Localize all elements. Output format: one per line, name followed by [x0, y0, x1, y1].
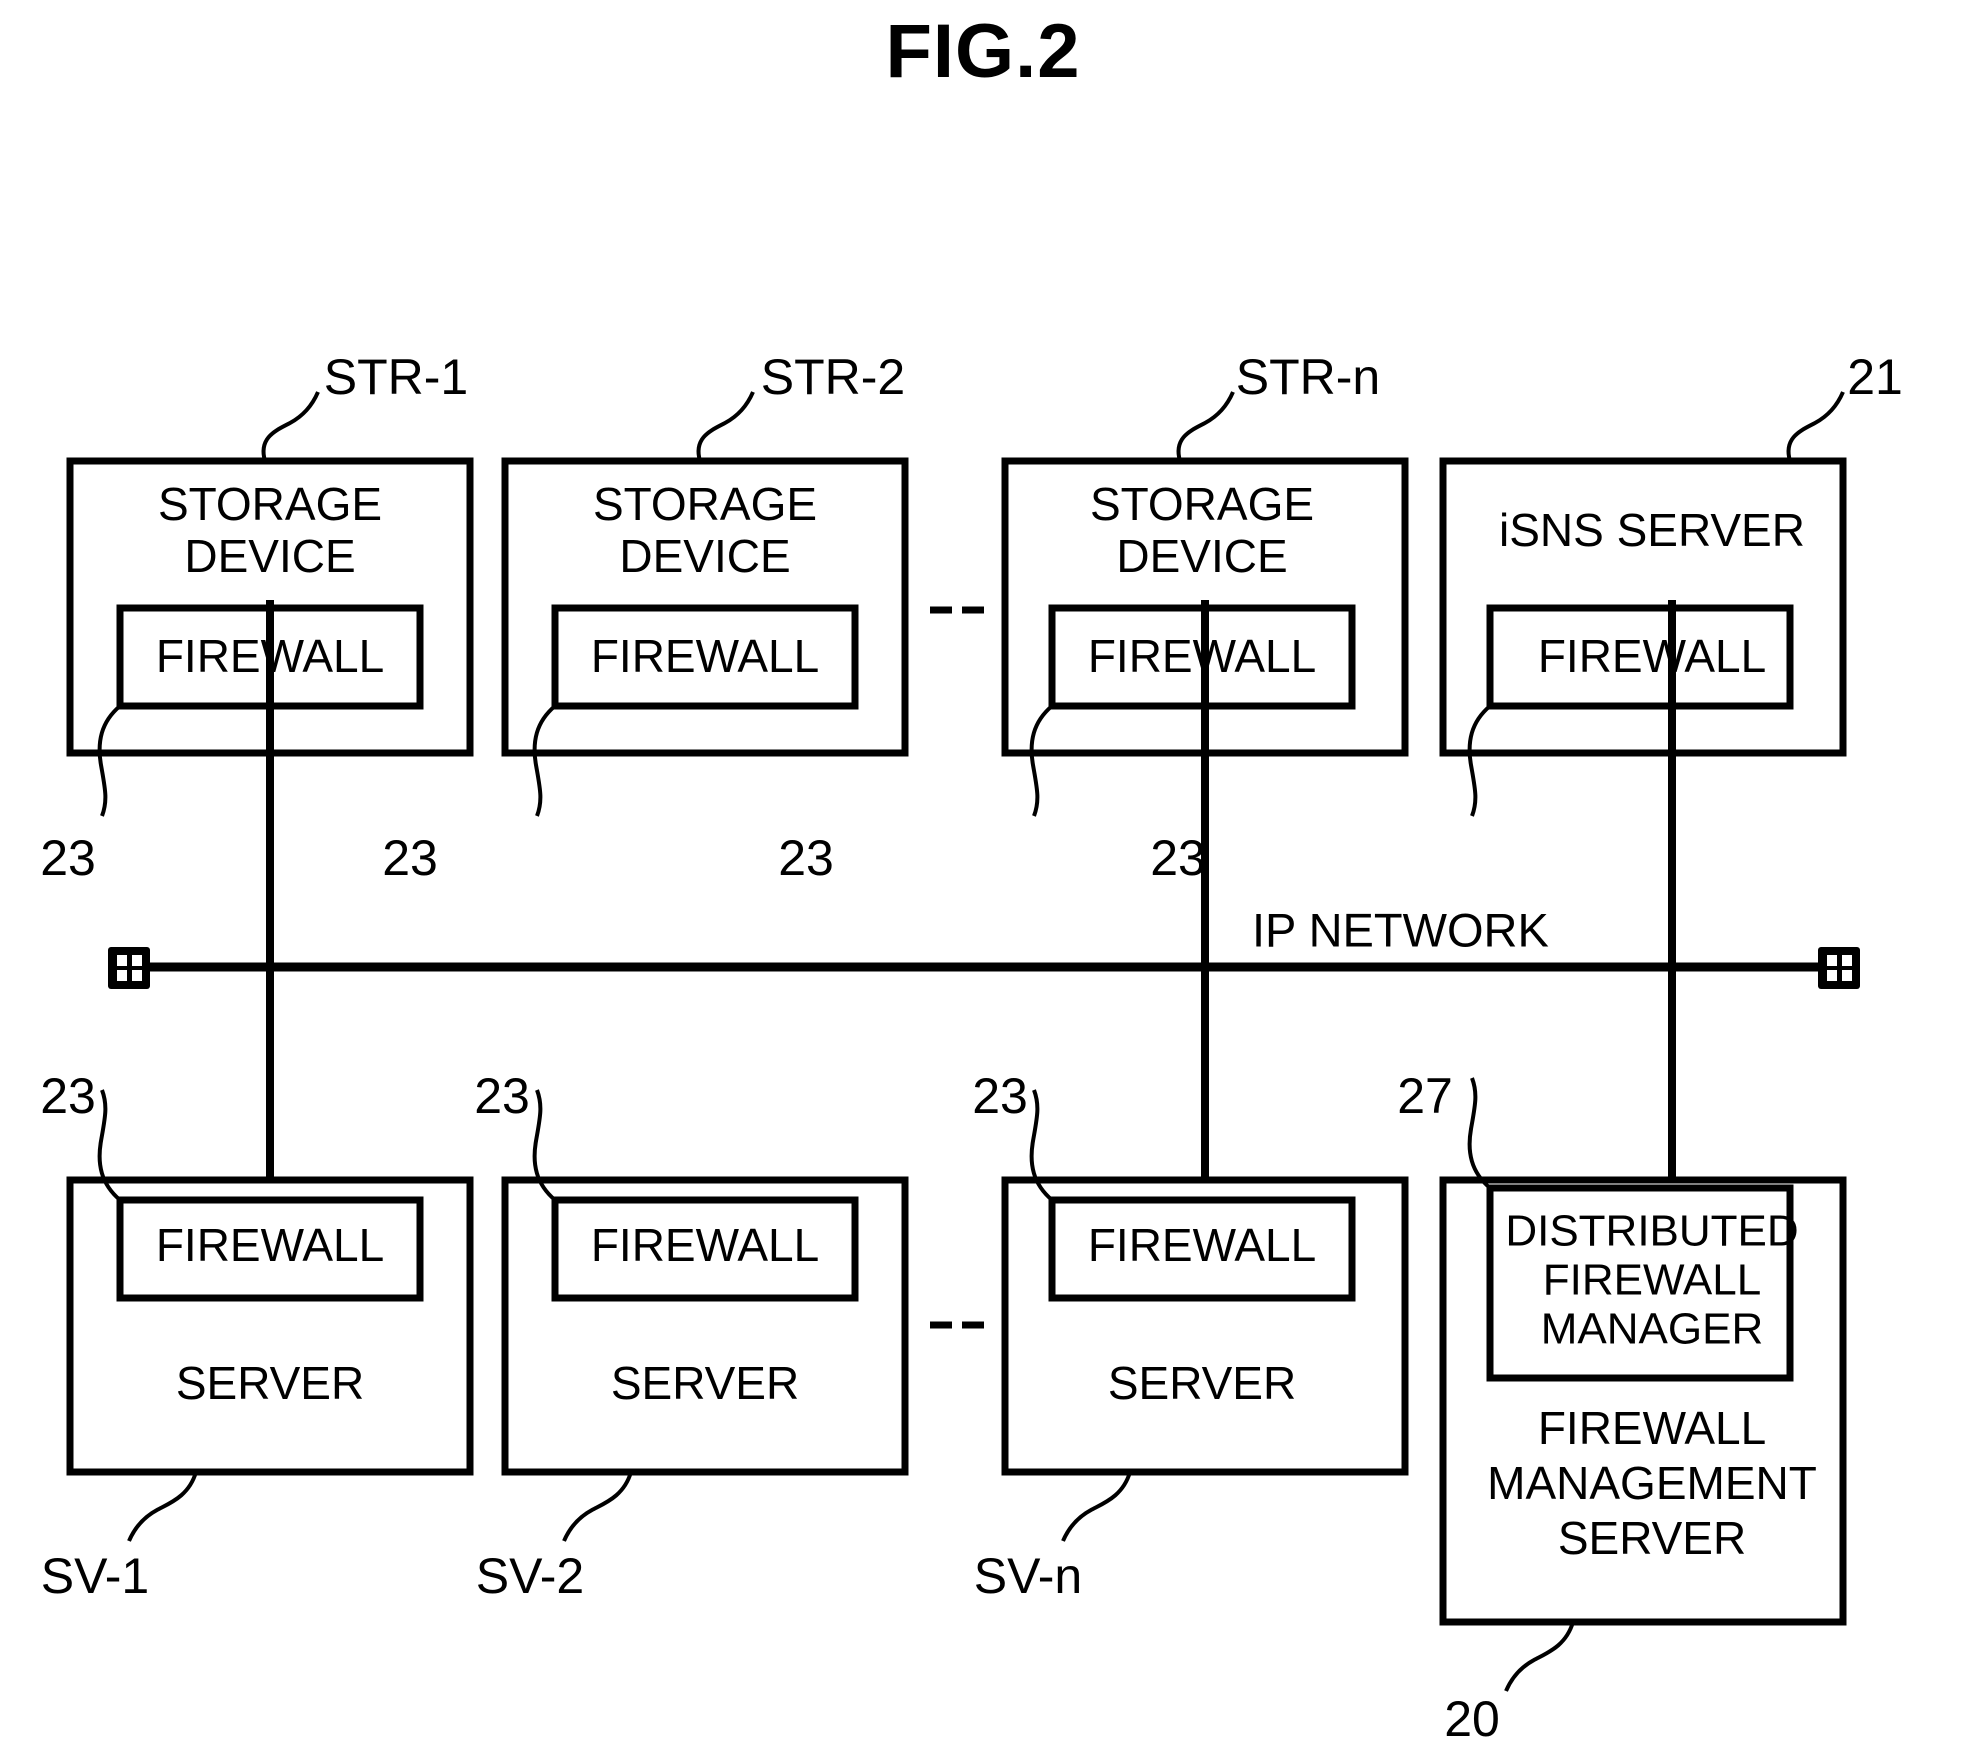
dfm-line3: MANAGER — [1541, 1305, 1763, 1354]
str-1-firewall-label: FIREWALL — [156, 630, 384, 682]
isns-top-leader — [1786, 391, 1845, 462]
str-1-ref-top: STR-1 — [324, 349, 468, 405]
str-2-ref-bottom: 23 — [382, 830, 438, 886]
sv-2-firewall-label: FIREWALL — [591, 1219, 819, 1271]
str-2-title-line2: DEVICE — [619, 530, 790, 582]
sv-n-firewall-label: FIREWALL — [1088, 1219, 1316, 1271]
sv-2-ref-bottom: SV-2 — [476, 1548, 584, 1604]
sv-2-ref-top: 23 — [474, 1068, 530, 1124]
node-isns-server[interactable]: iSNS SERVER FIREWALL 21 23 — [1150, 349, 1903, 886]
str-n-title-line1: STORAGE — [1090, 478, 1314, 530]
fw-mgmt-title-line3: SERVER — [1558, 1512, 1746, 1564]
fw-mgmt-ref-inner: 27 — [1397, 1068, 1453, 1124]
str-1-ref23-leader — [97, 704, 122, 817]
dfm-line2: FIREWALL — [1543, 1256, 1761, 1305]
node-str-n[interactable]: STORAGE DEVICE FIREWALL STR-n 23 — [778, 349, 1409, 886]
str-1-top-leader — [261, 391, 320, 462]
sv-n-ref-bottom-leader — [1061, 1471, 1132, 1542]
fw-mgmt-title-line2: MANAGEMENT — [1487, 1457, 1817, 1509]
sv-1-ref-top: 23 — [40, 1068, 96, 1124]
str-n-ref-top: STR-n — [1236, 349, 1380, 405]
sv-n-title: SERVER — [1108, 1357, 1296, 1409]
str-n-title-line2: DEVICE — [1116, 530, 1287, 582]
sv-1-ref-bottom: SV-1 — [41, 1548, 149, 1604]
str-2-ref23-leader — [532, 704, 557, 817]
node-sv-n[interactable]: FIREWALL SERVER 23 SV-n — [972, 1068, 1409, 1604]
network-jack-icon-left — [108, 947, 150, 989]
node-sv-2[interactable]: FIREWALL SERVER 23 SV-2 — [474, 1068, 909, 1604]
isns-ref23-leader — [1467, 704, 1492, 817]
str-2-top-leader — [696, 391, 755, 462]
figure-2-diagram: FIG.2 IP NETWORK STORAGE DEVICE FIREWALL… — [0, 0, 1966, 1756]
fw-mgmt-ref20-leader — [1504, 1621, 1575, 1692]
node-str-1[interactable]: STORAGE DEVICE FIREWALL STR-1 23 — [40, 349, 474, 886]
ip-network-label: IP NETWORK — [1252, 903, 1549, 956]
str-1-title-line1: STORAGE — [158, 478, 382, 530]
node-sv-1[interactable]: FIREWALL SERVER 23 SV-1 — [40, 1068, 474, 1604]
isns-title-line1: iSNS SERVER — [1499, 504, 1805, 556]
sv-2-title: SERVER — [611, 1357, 799, 1409]
sv-1-title: SERVER — [176, 1357, 364, 1409]
sv-1-ref-bottom-leader — [127, 1471, 198, 1542]
dfm-line1: DISTRIBUTED — [1505, 1207, 1798, 1256]
isns-ref-bottom: 23 — [1150, 830, 1206, 886]
sv-1-firewall-label: FIREWALL — [156, 1219, 384, 1271]
fw-mgmt-ref-bottom: 20 — [1444, 1691, 1500, 1747]
str-2-ref-top: STR-2 — [761, 349, 905, 405]
diagram-canvas: IP NETWORK STORAGE DEVICE FIREWALL STR-1… — [40, 349, 1903, 1747]
fw-mgmt-ref27-leader — [1467, 1077, 1492, 1190]
isns-firewall-label: FIREWALL — [1538, 630, 1766, 682]
str-1-title-line2: DEVICE — [184, 530, 355, 582]
isns-ref-top: 21 — [1847, 349, 1903, 405]
str-2-title-line1: STORAGE — [593, 478, 817, 530]
sv-n-ref-top: 23 — [972, 1068, 1028, 1124]
str-n-top-leader — [1176, 391, 1235, 462]
str-2-firewall-label: FIREWALL — [591, 630, 819, 682]
sv-2-ref-bottom-leader — [562, 1471, 633, 1542]
node-str-2[interactable]: STORAGE DEVICE FIREWALL STR-2 23 — [382, 349, 909, 886]
sv-n-ref-bottom: SV-n — [974, 1548, 1082, 1604]
str-1-ref-bottom: 23 — [40, 830, 96, 886]
str-n-firewall-label: FIREWALL — [1088, 630, 1316, 682]
fw-mgmt-title-line1: FIREWALL — [1538, 1402, 1766, 1454]
str-n-ref23-leader — [1029, 704, 1054, 817]
node-firewall-management-server[interactable]: DISTRIBUTED FIREWALL MANAGER FIREWALL MA… — [1397, 1068, 1847, 1747]
str-n-ref-bottom: 23 — [778, 830, 834, 886]
network-jack-icon-right — [1818, 947, 1860, 989]
